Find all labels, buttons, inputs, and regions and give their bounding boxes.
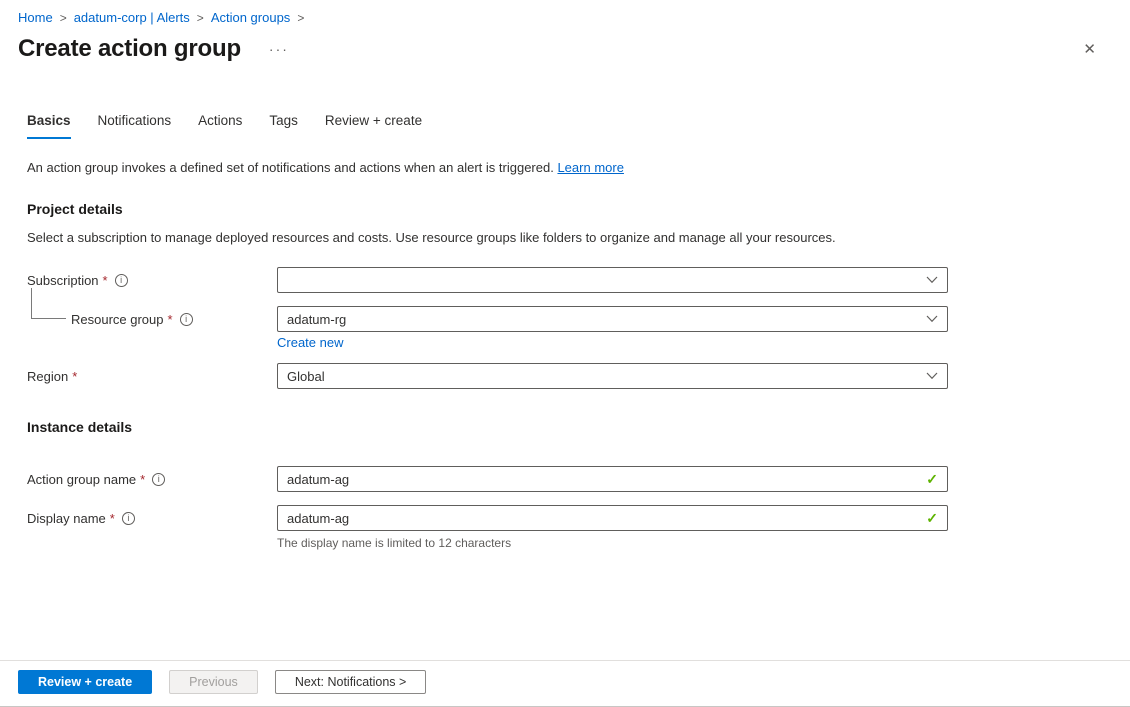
required-asterisk: * [102, 272, 108, 288]
breadcrumb-separator: > [196, 10, 204, 25]
info-icon[interactable]: i [179, 312, 193, 326]
display-name-label-text: Display name [27, 510, 106, 526]
display-name-field[interactable]: ✓ [277, 505, 948, 531]
info-icon[interactable]: i [114, 273, 128, 287]
create-new-link[interactable]: Create new [277, 335, 343, 350]
subscription-row: Subscription * i [27, 267, 1130, 293]
previous-button[interactable]: Previous [169, 670, 258, 694]
footer-action-bar: Review + create Previous Next: Notificat… [0, 660, 1130, 707]
action-group-name-label: Action group name * i [27, 472, 277, 487]
info-icon[interactable]: i [121, 511, 135, 525]
required-asterisk: * [167, 311, 173, 327]
region-row: Region * [27, 363, 1130, 389]
project-details-description: Select a subscription to manage deployed… [27, 230, 836, 245]
region-label-text: Region [27, 368, 69, 384]
display-name-helper: The display name is limited to 12 charac… [277, 536, 512, 550]
close-icon[interactable]: ✕ [1083, 40, 1096, 58]
project-details-form: Subscription * i Resource group * i Crea… [27, 267, 1130, 389]
breadcrumb-separator: > [59, 10, 67, 25]
resource-group-row: Resource group * i [27, 306, 1130, 332]
breadcrumb-separator: > [297, 10, 305, 25]
info-icon-glyph: i [185, 313, 188, 324]
breadcrumb-link-alerts[interactable]: adatum-corp | Alerts [74, 10, 190, 25]
page-title: Create action group [18, 35, 241, 62]
tab-basics[interactable]: Basics [27, 113, 71, 139]
instance-details-form: Action group name * i ✓ Display name * i… [27, 466, 1130, 550]
subscription-label: Subscription * i [27, 273, 277, 288]
display-name-input[interactable] [287, 510, 927, 526]
required-asterisk: * [140, 471, 146, 487]
valid-check-icon: ✓ [926, 470, 938, 487]
resource-group-label-text: Resource group [71, 311, 164, 327]
intro-text: An action group invokes a defined set of… [27, 160, 1103, 175]
tab-tags[interactable]: Tags [269, 113, 298, 139]
chevron-down-icon [926, 315, 938, 323]
info-icon[interactable]: i [152, 472, 166, 486]
required-asterisk: * [109, 510, 115, 526]
info-icon-glyph: i [127, 512, 130, 523]
display-name-label: Display name * i [27, 511, 277, 526]
more-options-icon[interactable]: ··· [269, 41, 289, 57]
breadcrumb-link-action-groups[interactable]: Action groups [211, 10, 291, 25]
action-group-name-label-text: Action group name [27, 471, 137, 487]
subscription-select[interactable] [277, 267, 948, 293]
title-row: Create action group ··· ✕ [0, 25, 1130, 63]
display-name-row: Display name * i ✓ [27, 505, 1130, 531]
breadcrumb: Home > adatum-corp | Alerts > Action gro… [0, 0, 1130, 25]
section-heading-project-details: Project details [27, 201, 123, 217]
subscription-label-text: Subscription [27, 272, 99, 288]
learn-more-link[interactable]: Learn more [557, 160, 623, 175]
region-select[interactable] [277, 363, 948, 389]
required-asterisk: * [72, 368, 78, 384]
chevron-down-icon [926, 276, 938, 284]
section-heading-instance-details: Instance details [27, 419, 133, 435]
subscription-input[interactable] [287, 272, 926, 288]
region-input[interactable] [287, 368, 926, 384]
action-group-name-row: Action group name * i ✓ [27, 466, 1130, 492]
region-label: Region * [27, 369, 277, 384]
resource-group-input[interactable] [287, 311, 926, 327]
tab-notifications[interactable]: Notifications [98, 113, 172, 139]
tab-review-create[interactable]: Review + create [325, 113, 422, 139]
resource-group-select[interactable] [277, 306, 948, 332]
action-group-name-field[interactable]: ✓ [277, 466, 948, 492]
info-icon-glyph: i [157, 473, 160, 484]
intro-text-body: An action group invokes a defined set of… [27, 160, 554, 175]
next-notifications-button[interactable]: Next: Notifications > [274, 670, 427, 694]
valid-check-icon: ✓ [926, 509, 938, 526]
info-icon-glyph: i [120, 274, 123, 285]
chevron-down-icon [926, 372, 938, 380]
tree-connector [31, 288, 66, 319]
action-group-name-input[interactable] [287, 471, 927, 487]
tab-actions[interactable]: Actions [198, 113, 242, 139]
breadcrumb-link-home[interactable]: Home [18, 10, 53, 25]
tab-bar: Basics Notifications Actions Tags Review… [27, 113, 1130, 139]
review-create-button[interactable]: Review + create [18, 670, 153, 694]
